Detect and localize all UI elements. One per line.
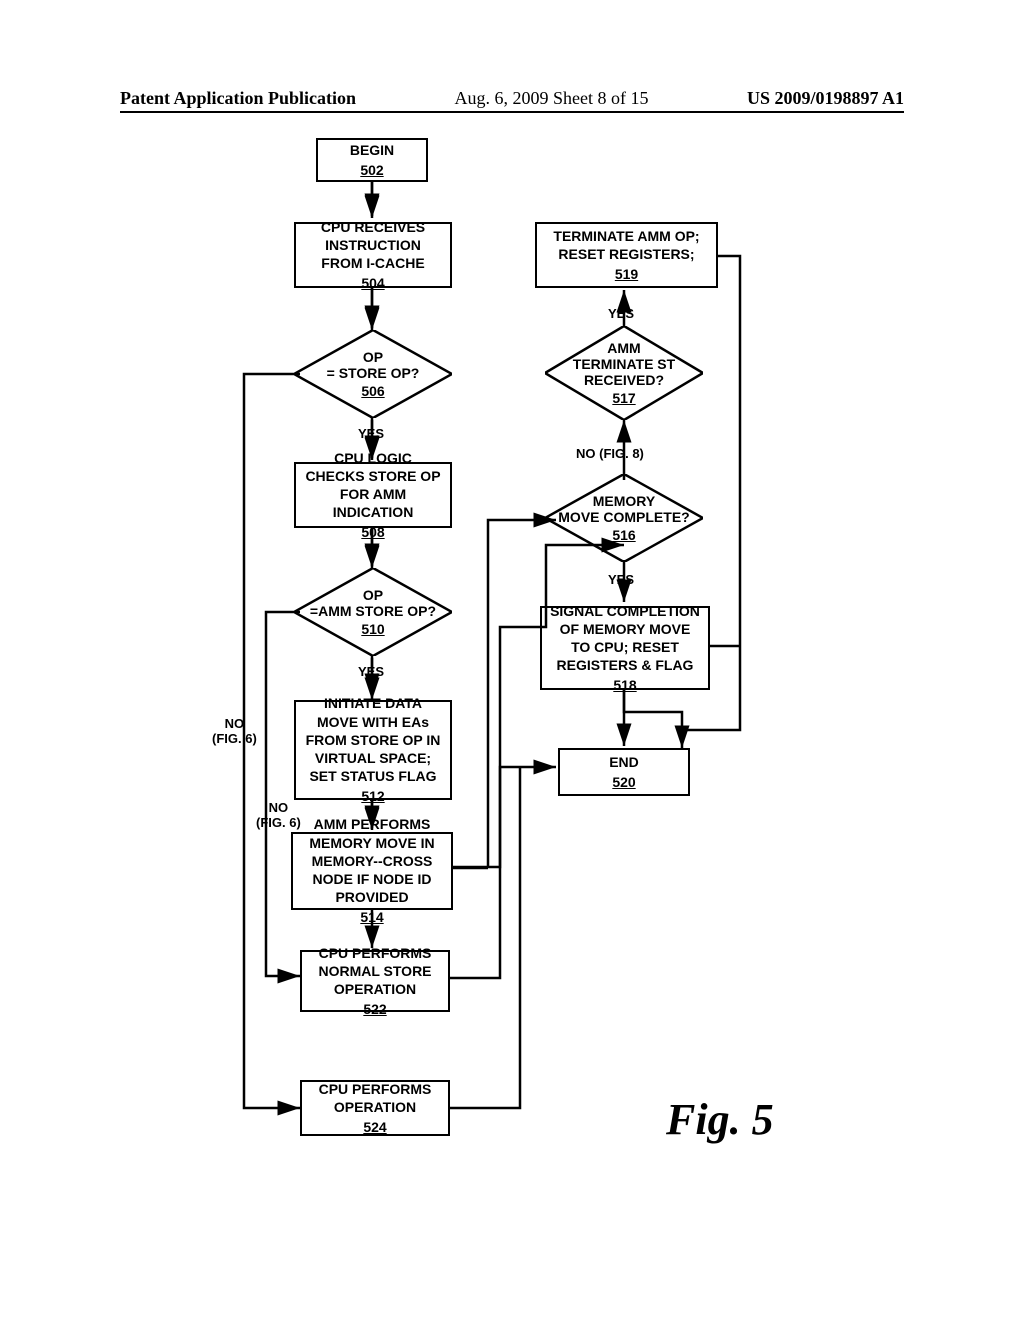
node-512-ref: 512: [361, 787, 384, 805]
node-520-text: END: [609, 753, 639, 771]
node-512-text: INITIATE DATA MOVE WITH EAs FROM STORE O…: [304, 694, 442, 785]
page-header: Patent Application Publication Aug. 6, 2…: [0, 88, 1024, 109]
node-516-text: MEMORY MOVE COMPLETE?: [558, 493, 689, 525]
node-518-text: SIGNAL COMPLETION OF MEMORY MOVE TO CPU;…: [550, 602, 700, 675]
node-506-ref: 506: [327, 383, 420, 399]
node-512: INITIATE DATA MOVE WITH EAs FROM STORE O…: [294, 700, 452, 800]
node-522: CPU PERFORMS NORMAL STORE OPERATION 522: [300, 950, 450, 1012]
node-510: OP =AMM STORE OP? 510: [294, 568, 452, 656]
header-rule: [120, 111, 904, 113]
node-519-ref: 519: [615, 265, 638, 283]
node-520: END 520: [558, 748, 690, 796]
header-right: US 2009/0198897 A1: [747, 88, 904, 109]
header-left: Patent Application Publication: [120, 88, 356, 109]
node-begin: BEGIN 502: [316, 138, 428, 182]
node-517: AMM TERMINATE ST RECEIVED? 517: [545, 326, 703, 420]
node-524-text: CPU PERFORMS OPERATION: [310, 1080, 440, 1116]
node-522-ref: 522: [363, 1000, 386, 1018]
node-506-text: OP = STORE OP?: [327, 349, 420, 381]
node-516: MEMORY MOVE COMPLETE? 516: [545, 474, 703, 562]
node-begin-text: BEGIN: [350, 141, 394, 159]
node-510-text: OP =AMM STORE OP?: [310, 587, 436, 619]
node-508-text: CPU LOGIC CHECKS STORE OP FOR AMM INDICA…: [304, 449, 442, 522]
label-506-no: NO (FIG. 6): [212, 716, 257, 746]
flow-arrows-main: [0, 130, 1024, 1180]
node-518-ref: 518: [613, 676, 636, 694]
node-518: SIGNAL COMPLETION OF MEMORY MOVE TO CPU;…: [540, 606, 710, 690]
node-514: AMM PERFORMS MEMORY MOVE IN MEMORY--CROS…: [291, 832, 453, 910]
label-510-yes: YES: [358, 664, 384, 679]
label-517-yes: YES: [608, 306, 634, 321]
node-508: CPU LOGIC CHECKS STORE OP FOR AMM INDICA…: [294, 462, 452, 528]
node-506: OP = STORE OP? 506: [294, 330, 452, 418]
node-516-ref: 516: [558, 527, 689, 543]
node-519: TERMINATE AMM OP; RESET REGISTERS; 519: [535, 222, 718, 288]
node-508-ref: 508: [361, 523, 384, 541]
node-504-text: CPU RECEIVES INSTRUCTION FROM I-CACHE: [304, 218, 442, 273]
node-520-ref: 520: [612, 773, 635, 791]
node-524: CPU PERFORMS OPERATION 524: [300, 1080, 450, 1136]
node-517-ref: 517: [573, 390, 675, 406]
node-517-text: AMM TERMINATE ST RECEIVED?: [573, 340, 675, 388]
node-504: CPU RECEIVES INSTRUCTION FROM I-CACHE 50…: [294, 222, 452, 288]
node-514-text: AMM PERFORMS MEMORY MOVE IN MEMORY--CROS…: [301, 815, 443, 906]
flowchart-diagram: BEGIN 502 CPU RECEIVES INSTRUCTION FROM …: [0, 130, 1024, 1180]
label-516-no: NO (FIG. 8): [576, 446, 644, 461]
node-519-text: TERMINATE AMM OP; RESET REGISTERS;: [545, 227, 708, 263]
node-510-ref: 510: [310, 621, 436, 637]
node-504-ref: 504: [361, 274, 384, 292]
label-516-yes: YES: [608, 572, 634, 587]
node-begin-ref: 502: [360, 161, 383, 179]
node-522-text: CPU PERFORMS NORMAL STORE OPERATION: [310, 944, 440, 999]
label-506-yes: YES: [358, 426, 384, 441]
node-524-ref: 524: [363, 1118, 386, 1136]
figure-label: Fig. 5: [666, 1094, 774, 1145]
label-510-no: NO (FIG. 6): [256, 800, 301, 830]
header-center: Aug. 6, 2009 Sheet 8 of 15: [455, 88, 649, 109]
node-514-ref: 514: [360, 908, 383, 926]
